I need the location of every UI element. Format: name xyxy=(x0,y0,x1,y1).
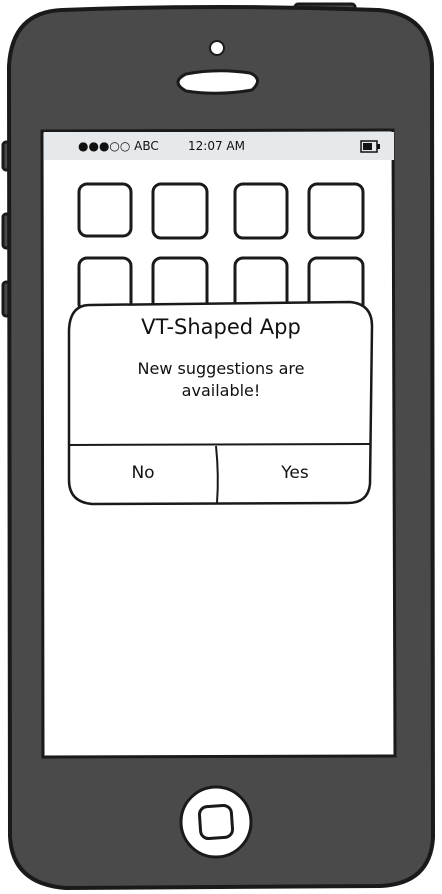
speaker-icon xyxy=(176,69,259,95)
carrier-signal: ●●●○○ ABC xyxy=(78,139,159,153)
app-icon[interactable] xyxy=(77,182,133,238)
status-time: 12:07 AM xyxy=(188,139,245,153)
dialog-message: New suggestions are available! xyxy=(137,359,305,400)
home-button[interactable] xyxy=(180,786,252,858)
app-icon[interactable] xyxy=(151,182,209,240)
dialog-divider xyxy=(68,443,372,446)
camera-icon xyxy=(209,40,225,56)
app-icon[interactable] xyxy=(307,182,365,240)
app-icon[interactable] xyxy=(233,182,289,240)
no-button[interactable]: No xyxy=(70,447,216,499)
dialog-title: VT-Shaped App xyxy=(141,315,301,339)
yes-button[interactable]: Yes xyxy=(220,447,370,499)
